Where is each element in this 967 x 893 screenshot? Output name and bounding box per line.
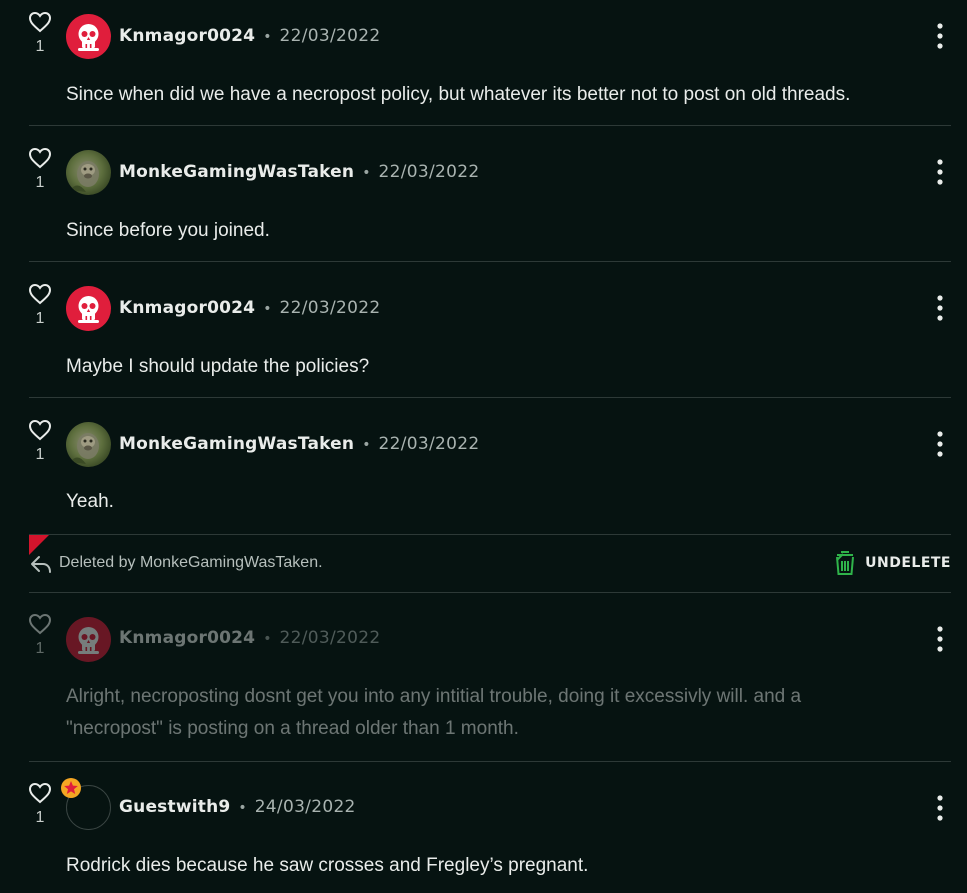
- comment-date: 22/03/2022: [279, 298, 381, 318]
- like-count: 1: [35, 38, 45, 55]
- reply-arrow-icon: [31, 556, 51, 573]
- skull-icon: [78, 627, 99, 654]
- skull-icon: [78, 24, 99, 51]
- comment-meta: Knmagor0024 • 22/03/2022: [119, 25, 380, 47]
- username[interactable]: Guestwith9: [119, 797, 230, 817]
- more-vertical-icon[interactable]: [930, 295, 950, 321]
- heart-outline-icon[interactable]: [28, 613, 52, 635]
- comment-meta: Knmagor0024 • 22/03/2022: [119, 627, 380, 649]
- like-count: 1: [35, 310, 45, 327]
- like-count: 1: [35, 446, 45, 463]
- comment-body: Since before you joined.: [66, 215, 936, 247]
- more-vertical-icon[interactable]: [930, 626, 950, 652]
- skull-icon: [78, 296, 99, 323]
- comment-text-line: Since before you joined.: [66, 220, 270, 241]
- comment-body: Yeah.: [66, 486, 936, 518]
- username[interactable]: MonkeGamingWasTaken: [119, 434, 354, 454]
- comment-meta: MonkeGamingWasTaken • 22/03/2022: [119, 161, 479, 183]
- heart-outline-icon[interactable]: [28, 419, 52, 441]
- heart-outline-icon[interactable]: [28, 147, 52, 169]
- more-vertical-icon[interactable]: [930, 159, 950, 185]
- separator-dot: •: [362, 437, 371, 453]
- like-count: 1: [35, 640, 45, 657]
- heart-outline-icon[interactable]: [28, 11, 52, 33]
- comment-text-line: "necropost" is posting on a thread older…: [66, 718, 519, 739]
- username[interactable]: Knmagor0024: [119, 298, 255, 318]
- divider: [29, 592, 951, 593]
- username[interactable]: Knmagor0024: [119, 26, 255, 46]
- user-avatar[interactable]: [66, 286, 111, 331]
- undelete-label: UNDELETE: [865, 555, 951, 571]
- like-count: 1: [35, 809, 45, 826]
- deleted-by-text: Deleted by MonkeGamingWasTaken.: [59, 554, 323, 571]
- comment-meta: Knmagor0024 • 22/03/2022: [119, 297, 380, 319]
- comment-text-line: Since when did we have a necropost polic…: [66, 84, 851, 105]
- more-vertical-icon[interactable]: [930, 431, 950, 457]
- like-count: 1: [35, 174, 45, 191]
- comment-text-line: Rodrick dies because he saw crosses and …: [66, 855, 589, 876]
- comment-meta: MonkeGamingWasTaken • 22/03/2022: [119, 433, 479, 455]
- star-badge-icon: [61, 778, 81, 798]
- divider: [29, 761, 951, 762]
- user-avatar[interactable]: [61, 778, 111, 830]
- user-avatar[interactable]: [66, 617, 111, 662]
- comment-body: Since when did we have a necropost polic…: [66, 79, 936, 111]
- comment-text-line: Yeah.: [66, 491, 114, 512]
- comment-body: Rodrick dies because he saw crosses and …: [66, 850, 936, 882]
- monkey-avatar: [70, 433, 99, 464]
- more-vertical-icon[interactable]: [930, 23, 950, 49]
- separator-dot: •: [263, 301, 272, 317]
- more-vertical-icon[interactable]: [930, 795, 950, 821]
- username[interactable]: Knmagor0024: [119, 628, 255, 648]
- monkey-avatar: [70, 161, 99, 192]
- comment-thread: 1 Knmagor0024 • 22/03/2022 Since when did …: [0, 0, 967, 893]
- comment-date: 22/03/2022: [279, 628, 381, 648]
- undelete-button[interactable]: UNDELETE: [835, 551, 951, 575]
- user-avatar[interactable]: [66, 150, 111, 195]
- user-avatar[interactable]: [66, 422, 111, 467]
- divider: [29, 261, 951, 262]
- separator-dot: •: [362, 165, 371, 181]
- comment-meta: Guestwith9 • 24/03/2022: [119, 796, 356, 818]
- comment-date: 22/03/2022: [378, 162, 480, 182]
- comment-text-line: Maybe I should update the policies?: [66, 356, 370, 377]
- comment-body: Maybe I should update the policies?: [66, 351, 936, 383]
- comment-date: 24/03/2022: [254, 797, 356, 817]
- comment-date: 22/03/2022: [378, 434, 480, 454]
- separator-dot: •: [238, 800, 247, 816]
- comment-body: Alright, necroposting dosnt get you into…: [66, 681, 936, 745]
- divider: [29, 397, 951, 398]
- heart-outline-icon[interactable]: [28, 283, 52, 305]
- comment-date: 22/03/2022: [279, 26, 381, 46]
- trash-restore-icon: [836, 551, 855, 575]
- heart-outline-icon[interactable]: [28, 782, 52, 804]
- separator-dot: •: [263, 631, 272, 647]
- username[interactable]: MonkeGamingWasTaken: [119, 162, 354, 182]
- user-avatar[interactable]: [66, 14, 111, 59]
- deleted-notice: Deleted by MonkeGamingWasTaken. UNDELETE: [29, 535, 951, 592]
- separator-dot: •: [263, 29, 272, 45]
- comment-text-line: Alright, necroposting dosnt get you into…: [66, 686, 802, 707]
- divider: [29, 125, 951, 126]
